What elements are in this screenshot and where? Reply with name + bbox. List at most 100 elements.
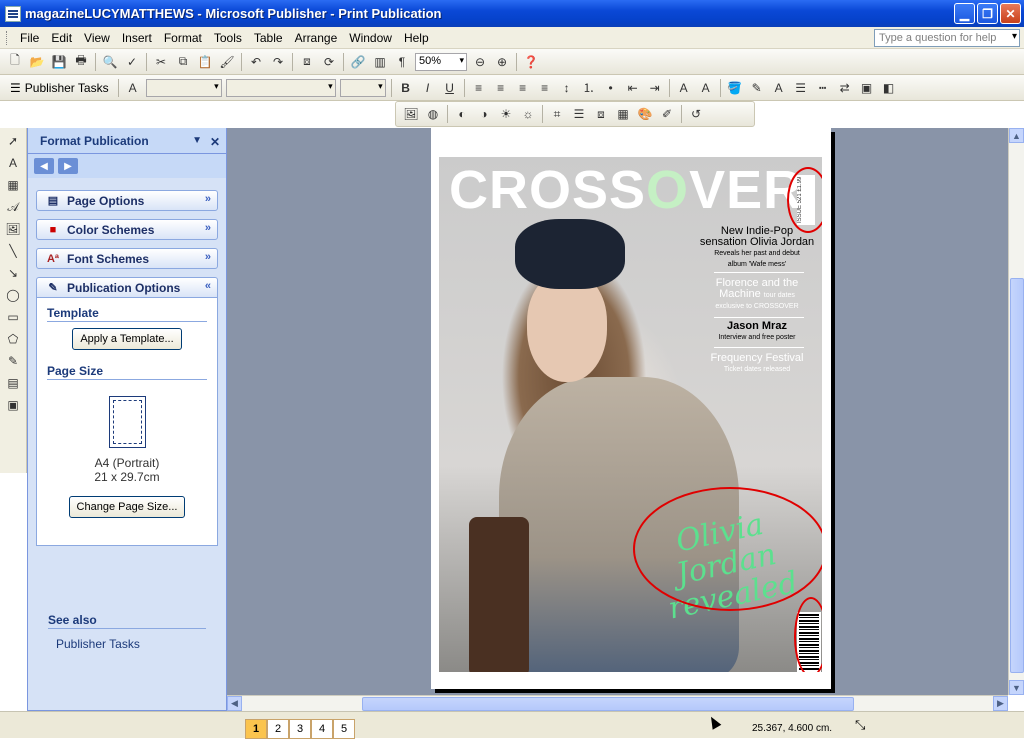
horizontal-scroll-thumb[interactable]: [362, 697, 854, 711]
zoom-select[interactable]: 50%: [415, 52, 467, 71]
menu-edit[interactable]: Edit: [45, 31, 78, 45]
text-box-icon[interactable]: A: [4, 154, 22, 172]
new-icon[interactable]: 🗋: [6, 53, 24, 71]
back-icon[interactable]: ◀: [34, 158, 54, 174]
arrow-icon[interactable]: ↘: [4, 264, 22, 282]
less-contrast-icon[interactable]: ◑: [475, 105, 493, 123]
oval-icon[interactable]: ◯: [4, 286, 22, 304]
apply-template-button[interactable]: Apply a Template...: [72, 328, 182, 350]
3d-style-icon[interactable]: ◧: [880, 79, 898, 97]
reset-picture-icon[interactable]: ↺: [687, 105, 705, 123]
more-brightness-icon[interactable]: ☀: [497, 105, 515, 123]
align-center-icon[interactable]: ≡: [492, 79, 510, 97]
increase-font-icon[interactable]: A: [697, 79, 715, 97]
page-tab-1[interactable]: 1: [245, 719, 267, 739]
menu-arrange[interactable]: Arrange: [289, 31, 344, 45]
bullets-icon[interactable]: •: [602, 79, 620, 97]
copy-icon[interactable]: ⧉: [174, 53, 192, 71]
coverline-jason[interactable]: Jason Mraz Interview and free poster: [697, 321, 817, 343]
font-select[interactable]: [225, 78, 336, 97]
scroll-down-icon[interactable]: ▼: [1009, 680, 1024, 695]
font-color-icon[interactable]: A: [770, 79, 788, 97]
justify-icon[interactable]: ≡: [536, 79, 554, 97]
menubar-grip[interactable]: [6, 30, 10, 45]
coverline-olivia[interactable]: New Indie-Pop sensation Olivia Jordan Re…: [697, 226, 817, 270]
save-icon[interactable]: 💾: [50, 53, 68, 71]
minimize-button[interactable]: ▁: [954, 3, 975, 24]
increase-indent-icon[interactable]: ⇥: [646, 79, 664, 97]
menu-table[interactable]: Table: [248, 31, 289, 45]
section-font-schemes[interactable]: Aª Font Schemes »: [36, 248, 218, 269]
format-picture-icon[interactable]: 🎨: [636, 105, 654, 123]
section-publication-options[interactable]: ✎ Publication Options «: [36, 277, 218, 298]
format-painter-icon[interactable]: 🖌: [218, 53, 236, 71]
close-button[interactable]: ✕: [1000, 3, 1021, 24]
insert-object-icon[interactable]: ▣: [4, 396, 22, 414]
insert-table-icon[interactable]: ▦: [4, 176, 22, 194]
autoshapes-icon[interactable]: ⬠: [4, 330, 22, 348]
taskpane-close-icon[interactable]: ✕: [210, 135, 220, 149]
vertical-scroll-thumb[interactable]: [1010, 278, 1024, 673]
help-search-box[interactable]: Type a question for help: [874, 29, 1020, 47]
change-page-size-button[interactable]: Change Page Size...: [68, 496, 186, 518]
scroll-up-icon[interactable]: ▲: [1009, 128, 1024, 143]
compress-icon[interactable]: ⧈: [592, 105, 610, 123]
publisher-tasks-link[interactable]: Publisher Tasks: [48, 637, 206, 651]
select-objects-icon[interactable]: ➚: [4, 132, 22, 150]
section-color-schemes[interactable]: ■ Color Schemes »: [36, 219, 218, 240]
page-tab-3[interactable]: 3: [289, 719, 311, 739]
more-contrast-icon[interactable]: ◐: [453, 105, 471, 123]
bold-icon[interactable]: B: [397, 79, 415, 97]
scroll-right-icon[interactable]: ▶: [993, 696, 1008, 711]
open-icon[interactable]: 📂: [28, 53, 46, 71]
font-size-select[interactable]: [339, 78, 386, 97]
page-tab-5[interactable]: 5: [333, 719, 355, 739]
coverline-florence[interactable]: Florence and the Machine tour dates excl…: [697, 278, 817, 312]
style-select[interactable]: [145, 78, 222, 97]
line-style-icon[interactable]: ☰: [792, 79, 810, 97]
crop-icon[interactable]: ⌗: [548, 105, 566, 123]
fill-color-icon[interactable]: 🪣: [726, 79, 744, 97]
publication-page[interactable]: CROSSOVER ISSUE 521 £1.99 New Indie-Pop …: [431, 128, 831, 689]
insert-picture-icon[interactable]: 🖼: [402, 105, 420, 123]
publisher-app-icon[interactable]: [5, 5, 21, 22]
publisher-tasks-button[interactable]: ☰ Publisher Tasks: [4, 81, 115, 95]
special-characters-icon[interactable]: ¶: [393, 53, 411, 71]
decrease-font-icon[interactable]: A: [675, 79, 693, 97]
cut-icon[interactable]: ✂: [152, 53, 170, 71]
restore-button[interactable]: ❐: [977, 3, 998, 24]
taskpane-dropdown-icon[interactable]: ▼: [192, 135, 202, 146]
hotspot-icon[interactable]: ✎: [4, 352, 22, 370]
redo-icon[interactable]: ↷: [269, 53, 287, 71]
design-gallery-icon[interactable]: ▤: [4, 374, 22, 392]
help-icon[interactable]: ❓: [522, 53, 540, 71]
dash-style-icon[interactable]: ┅: [814, 79, 832, 97]
menu-help[interactable]: Help: [398, 31, 435, 45]
menu-view[interactable]: View: [78, 31, 116, 45]
coverline-frequency[interactable]: Frequency Festival Ticket dates released: [697, 353, 817, 375]
text-wrapping-icon[interactable]: ▦: [614, 105, 632, 123]
styles-icon[interactable]: A: [124, 79, 142, 97]
insert-hyperlink-icon[interactable]: 🔗: [349, 53, 367, 71]
underline-icon[interactable]: U: [441, 79, 459, 97]
print-icon[interactable]: 🖶: [72, 53, 90, 71]
line-style-picture-icon[interactable]: ☰: [570, 105, 588, 123]
menu-insert[interactable]: Insert: [116, 31, 158, 45]
wordart-icon[interactable]: 𝒜: [4, 198, 22, 216]
magazine-cover[interactable]: CROSSOVER ISSUE 521 £1.99 New Indie-Pop …: [439, 157, 822, 672]
spelling-icon[interactable]: ✓: [123, 53, 141, 71]
menu-file[interactable]: File: [14, 31, 45, 45]
line-spacing-icon[interactable]: ↕: [558, 79, 576, 97]
decrease-indent-icon[interactable]: ⇤: [624, 79, 642, 97]
align-left-icon[interactable]: ≡: [470, 79, 488, 97]
scroll-left-icon[interactable]: ◀: [227, 696, 242, 711]
zoom-out-icon[interactable]: ⊖: [471, 53, 489, 71]
page-tab-4[interactable]: 4: [311, 719, 333, 739]
line-icon[interactable]: ╲: [4, 242, 22, 260]
zoom-in-icon[interactable]: ⊕: [493, 53, 511, 71]
vertical-scrollbar[interactable]: ▲ ▼: [1008, 128, 1024, 695]
rotate-icon[interactable]: ⟳: [320, 53, 338, 71]
line-color-icon[interactable]: ✎: [748, 79, 766, 97]
italic-icon[interactable]: I: [419, 79, 437, 97]
numbering-icon[interactable]: ⒈: [580, 79, 598, 97]
